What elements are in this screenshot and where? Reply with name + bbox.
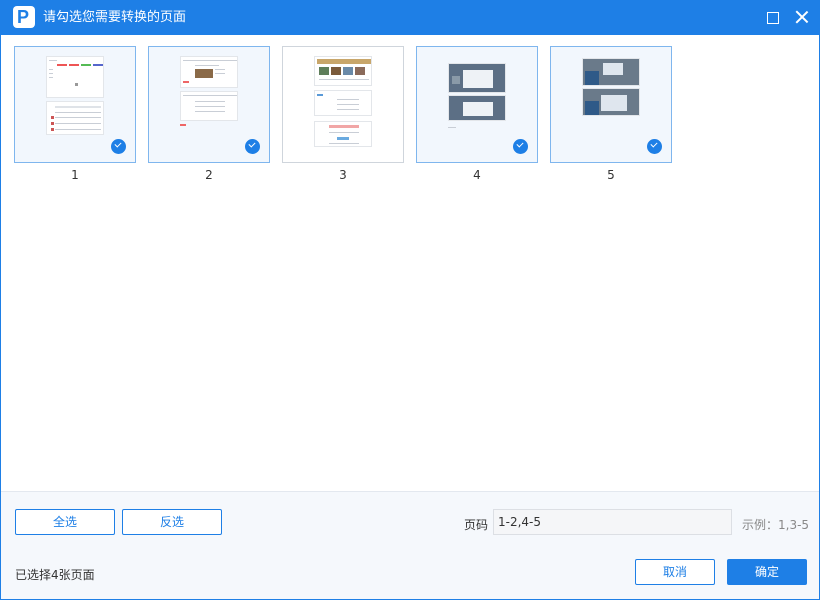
page-range-hint: 示例：1,3-5	[742, 518, 810, 532]
page-preview	[46, 101, 104, 135]
page-preview	[314, 121, 372, 147]
page-preview	[314, 56, 372, 86]
page-preview	[582, 88, 640, 116]
dialog-title: 请勾选您需要转换的页面	[43, 10, 187, 25]
confirm-button[interactable]: 确定	[727, 559, 807, 585]
selected-check-icon[interactable]	[245, 139, 260, 154]
dialog-footer: 全选 反选 页码 示例：1,3-5 已选择4张页面 取消 确定	[1, 491, 819, 599]
page-thumbnail-3[interactable]	[282, 46, 404, 163]
page-thumbnail-4[interactable]	[416, 46, 538, 163]
page-range-input[interactable]	[493, 509, 732, 535]
page-preview	[180, 56, 238, 88]
page-number-label: 4	[473, 168, 481, 182]
page-preview	[314, 90, 372, 116]
page-preview	[448, 63, 506, 93]
thumbnail-area: 1 2 3 4 5	[1, 35, 819, 491]
page-thumbnail-2[interactable]	[148, 46, 270, 163]
select-all-button[interactable]: 全选	[15, 509, 115, 535]
maximize-icon[interactable]	[767, 12, 779, 24]
page-number-label: 1	[71, 168, 79, 182]
page-thumbnail-1[interactable]	[14, 46, 136, 163]
selected-check-icon[interactable]	[513, 139, 528, 154]
page-select-dialog: P 请勾选您需要转换的页面 1 2 3 4 5 全选 反选 页码 1-2,4-5…	[0, 0, 820, 600]
page-number-label: 5	[607, 168, 615, 182]
page-range-label: 页码	[464, 518, 489, 532]
close-icon[interactable]	[794, 9, 810, 25]
selected-check-icon[interactable]	[647, 139, 662, 154]
page-number-label: 2	[205, 168, 213, 182]
title-bar: P 请勾选您需要转换的页面	[1, 1, 819, 35]
page-preview	[46, 56, 104, 98]
page-preview	[448, 95, 506, 121]
selection-status: 已选择4张页面	[15, 568, 95, 582]
cancel-button[interactable]: 取消	[635, 559, 715, 585]
app-logo-icon: P	[13, 6, 35, 28]
page-preview	[582, 58, 640, 86]
selected-check-icon[interactable]	[111, 139, 126, 154]
page-thumbnail-5[interactable]	[550, 46, 672, 163]
invert-selection-button[interactable]: 反选	[122, 509, 222, 535]
page-preview	[180, 91, 238, 121]
page-number-label: 3	[339, 168, 347, 182]
